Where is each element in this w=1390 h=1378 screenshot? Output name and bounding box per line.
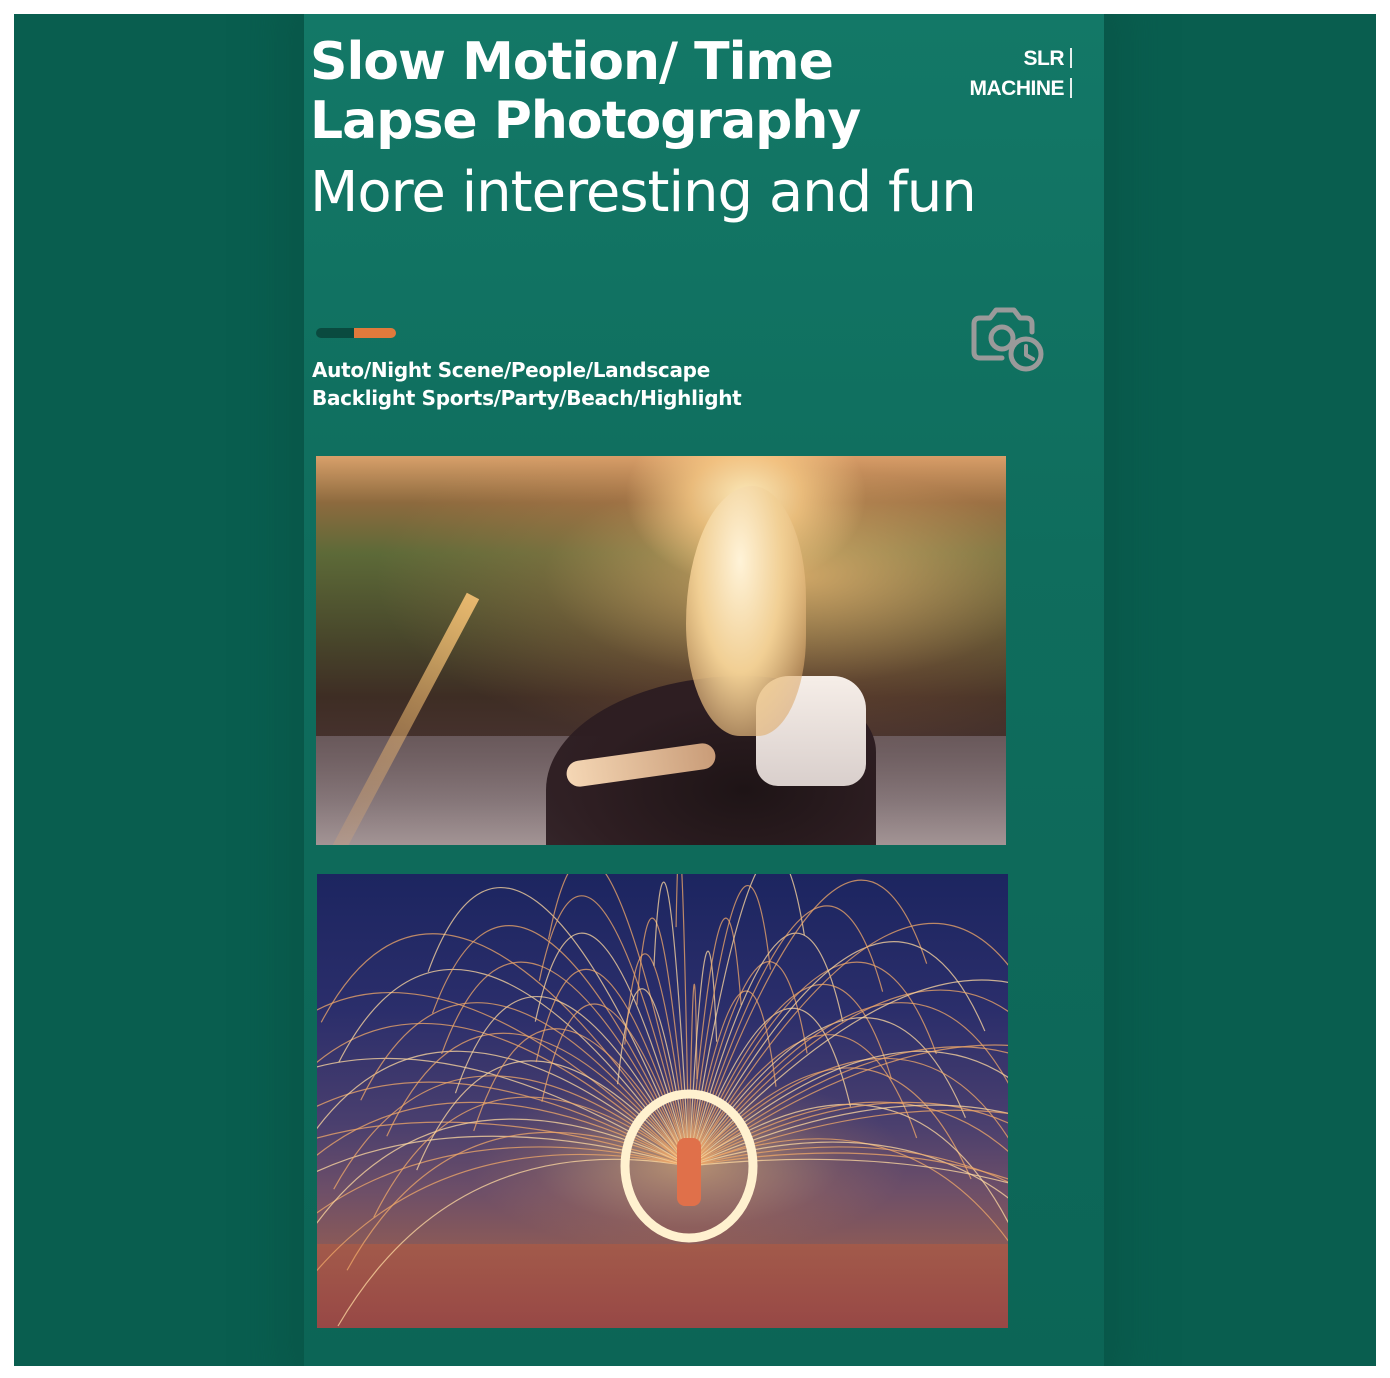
brand-text-2: MACHINE <box>969 77 1065 100</box>
headline-line-2: Lapse Photography <box>310 91 861 151</box>
brand-text-1: SLR <box>1023 47 1065 70</box>
camera-timer-icon <box>971 307 1044 372</box>
spark-trail <box>688 1158 1008 1184</box>
spark-trail <box>337 1158 690 1327</box>
brand-label-line-1: SLR <box>1023 47 1072 70</box>
spark-trail <box>688 905 884 1167</box>
spark-trail <box>688 1152 1008 1180</box>
brand-divider <box>1070 78 1072 98</box>
sparks-illustration <box>317 874 1008 1327</box>
portrait-hair <box>686 486 806 736</box>
headline-line-1: Slow Motion/ Time <box>310 32 834 92</box>
brand-divider <box>1070 48 1072 68</box>
shooting-modes-line-2: Backlight Sports/Party/Beach/Highlight <box>312 386 742 410</box>
accent-divider-dark <box>316 328 358 338</box>
shooting-modes-line-1: Auto/Night Scene/People/Landscape <box>312 358 710 382</box>
steel-wool-sparks-photo <box>317 874 1008 1328</box>
accent-divider <box>316 328 396 338</box>
spark-trail <box>688 979 1008 1167</box>
sunset-portrait-photo <box>316 456 1006 845</box>
brand-label-line-2: MACHINE <box>969 77 1072 100</box>
subheadline: More interesting and fun <box>310 160 977 225</box>
spark-spinner-person <box>677 1138 701 1206</box>
accent-divider-orange <box>354 328 396 338</box>
